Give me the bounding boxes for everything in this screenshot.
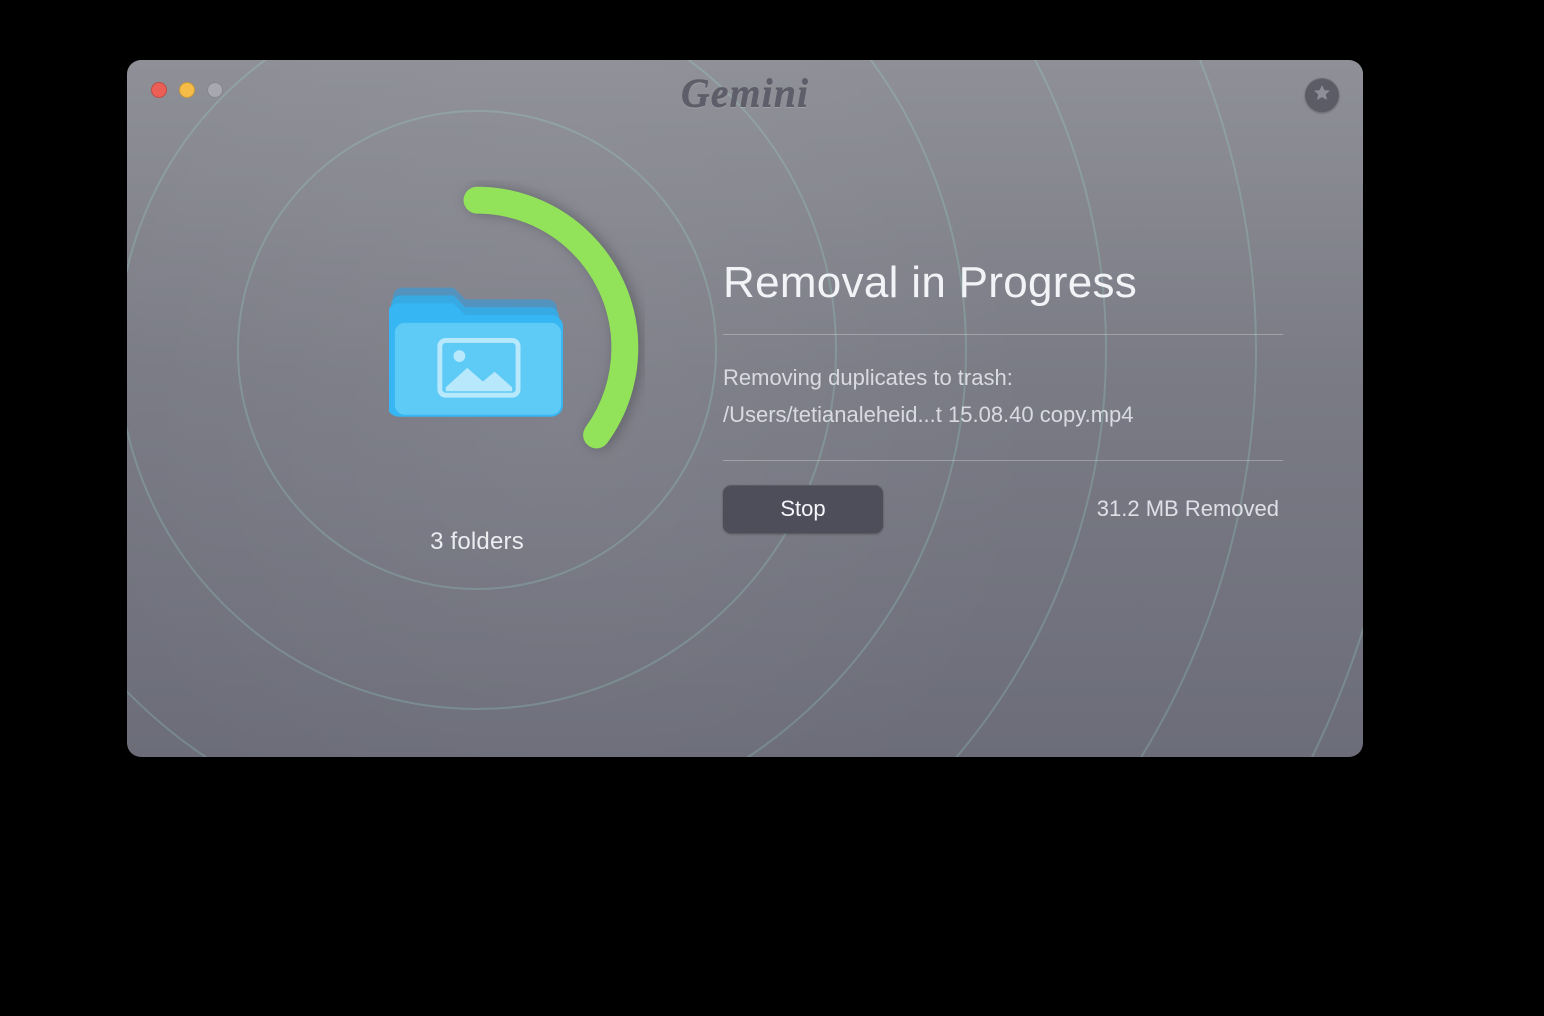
- divider: [723, 334, 1283, 335]
- favorites-button[interactable]: [1305, 78, 1339, 112]
- status-line-1: Removing duplicates to trash:: [723, 359, 1283, 396]
- bottom-row: Stop 31.2 MB Removed: [723, 485, 1283, 533]
- star-icon: [1312, 83, 1332, 108]
- stop-button[interactable]: Stop: [723, 485, 883, 533]
- folder-image-icon: [389, 272, 565, 428]
- stage: Gemini: [0, 0, 1544, 1016]
- app-title: Gemini: [127, 70, 1363, 117]
- app-window: Gemini: [127, 60, 1363, 757]
- page-title: Removal in Progress: [723, 258, 1283, 308]
- removed-amount-label: 31.2 MB Removed: [1097, 496, 1283, 522]
- status-panel: Removal in Progress Removing duplicates …: [723, 258, 1283, 533]
- divider: [723, 460, 1283, 461]
- folders-count-label: 3 folders: [277, 528, 677, 556]
- progress-area: 3 folders: [277, 180, 677, 600]
- status-line-2: /Users/tetianaleheid...t 15.08.40 copy.m…: [723, 396, 1283, 433]
